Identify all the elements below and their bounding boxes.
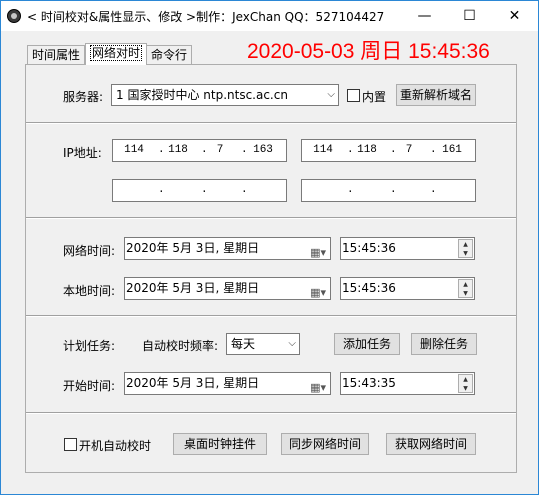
divider <box>26 122 516 124</box>
close-button[interactable]: ✕ <box>492 1 537 31</box>
ip-field-2[interactable]: 114 . 118 . 7 . 161 <box>301 139 476 162</box>
spin-updown-icon[interactable]: ▲ ▼ <box>458 374 473 393</box>
divider <box>26 412 516 414</box>
delete-task-button[interactable]: 删除任务 <box>411 333 477 355</box>
current-datetime: 2020-05-03 周日 15:45:36 <box>247 40 490 63</box>
title-bar: < 时间校对&属性显示、修改 >制作：JexChan QQ：527104427 … <box>1 1 538 31</box>
sync-network-time-button[interactable]: 同步网络时间 <box>281 433 369 455</box>
reresolve-domain-button[interactable]: 重新解析域名 <box>396 84 476 106</box>
chevron-down-icon: ⌵ <box>327 89 335 100</box>
ip-octet: 114 <box>313 144 333 156</box>
ip-octet: 163 <box>253 144 273 156</box>
ip-dot: . <box>390 184 397 196</box>
add-task-button[interactable]: 添加任务 <box>334 333 400 355</box>
ip-label: IP地址: <box>63 146 102 160</box>
network-time-label: 网络时间: <box>63 244 116 258</box>
start-date-picker[interactable]: 2020年 5月 3日, 星期日 ▦▾ <box>124 372 331 395</box>
network-time-value: 15:45:36 <box>342 241 396 255</box>
spin-updown-icon[interactable]: ▲ ▼ <box>458 279 473 298</box>
local-time-label: 本地时间: <box>63 284 116 298</box>
local-time-field[interactable]: 15:45:36 ▲ ▼ <box>340 277 475 300</box>
app-icon[interactable] <box>7 9 21 23</box>
network-date-value: 2020年 5月 3日, 星期日 <box>126 241 260 255</box>
autostart-label: 开机自动校时 <box>79 439 152 453</box>
ip-dot: . <box>430 144 437 156</box>
ip-dot: . <box>158 184 165 196</box>
server-select[interactable]: 1 国家授时中心 ntp.ntsc.ac.cn ⌵ <box>111 84 339 106</box>
window-title: < 时间校对&属性显示、修改 >制作：JexChan QQ：527104427 <box>27 10 385 24</box>
ip-dot: . <box>347 184 354 196</box>
schedule-label: 计划任务: <box>63 339 116 353</box>
ip-dot: . <box>201 184 208 196</box>
desktop-clock-widget-button[interactable]: 桌面时钟挂件 <box>173 433 267 455</box>
ip-octet: 7 <box>405 144 413 156</box>
local-time-value: 15:45:36 <box>342 281 396 295</box>
ip-field-1[interactable]: 114 . 118 . 7 . 163 <box>112 139 287 162</box>
start-time-field[interactable]: 15:43:35 ▲ ▼ <box>340 372 475 395</box>
minimize-button[interactable]: — <box>402 1 447 31</box>
start-date-value: 2020年 5月 3日, 星期日 <box>126 376 260 390</box>
network-time-field[interactable]: 15:45:36 ▲ ▼ <box>340 237 475 260</box>
maximize-button[interactable]: ☐ <box>447 1 492 31</box>
ip-octet: 118 <box>168 144 188 156</box>
local-date-picker[interactable]: 2020年 5月 3日, 星期日 ▦▾ <box>124 277 331 300</box>
network-date-picker[interactable]: 2020年 5月 3日, 星期日 ▦▾ <box>124 237 331 260</box>
ip-octet: 114 <box>124 144 144 156</box>
divider <box>26 217 516 219</box>
tab-command-line[interactable]: 命令行 <box>146 45 193 65</box>
get-network-time-button[interactable]: 获取网络时间 <box>386 433 476 455</box>
spin-updown-icon[interactable]: ▲ ▼ <box>458 239 473 258</box>
server-select-value: 1 国家授时中心 ntp.ntsc.ac.cn <box>116 88 288 102</box>
calendar-icon[interactable]: ▦▾ <box>310 242 326 263</box>
frequency-label: 自动校时频率: <box>142 339 219 353</box>
start-time-label: 开始时间: <box>63 379 116 393</box>
frequency-select-value: 每天 <box>231 337 256 351</box>
server-label: 服务器: <box>63 90 104 104</box>
ip-octet: 118 <box>357 144 377 156</box>
ip-dot: . <box>241 144 248 156</box>
ip-field-3[interactable]: . . . <box>112 179 287 202</box>
chevron-down-icon: ⌵ <box>288 338 296 349</box>
tab-network-sync-label: 网络对时 <box>90 45 143 61</box>
app-window: < 时间校对&属性显示、修改 >制作：JexChan QQ：527104427 … <box>0 0 539 495</box>
ip-field-4[interactable]: . . . <box>301 179 476 202</box>
ip-octet: 161 <box>442 144 462 156</box>
ip-dot: . <box>241 184 248 196</box>
frequency-select[interactable]: 每天 ⌵ <box>226 333 300 355</box>
autostart-checkbox[interactable] <box>64 438 77 451</box>
builtin-label: 内置 <box>362 90 387 104</box>
calendar-icon[interactable]: ▦▾ <box>310 377 326 398</box>
tab-time-properties[interactable]: 时间属性 <box>27 45 86 65</box>
calendar-icon[interactable]: ▦▾ <box>310 282 326 303</box>
local-date-value: 2020年 5月 3日, 星期日 <box>126 281 260 295</box>
ip-octet: 7 <box>216 144 224 156</box>
ip-dot: . <box>430 184 437 196</box>
builtin-checkbox[interactable] <box>347 89 360 102</box>
divider <box>26 315 516 317</box>
tab-network-sync[interactable]: 网络对时 <box>85 43 148 65</box>
start-time-value: 15:43:35 <box>342 376 396 390</box>
